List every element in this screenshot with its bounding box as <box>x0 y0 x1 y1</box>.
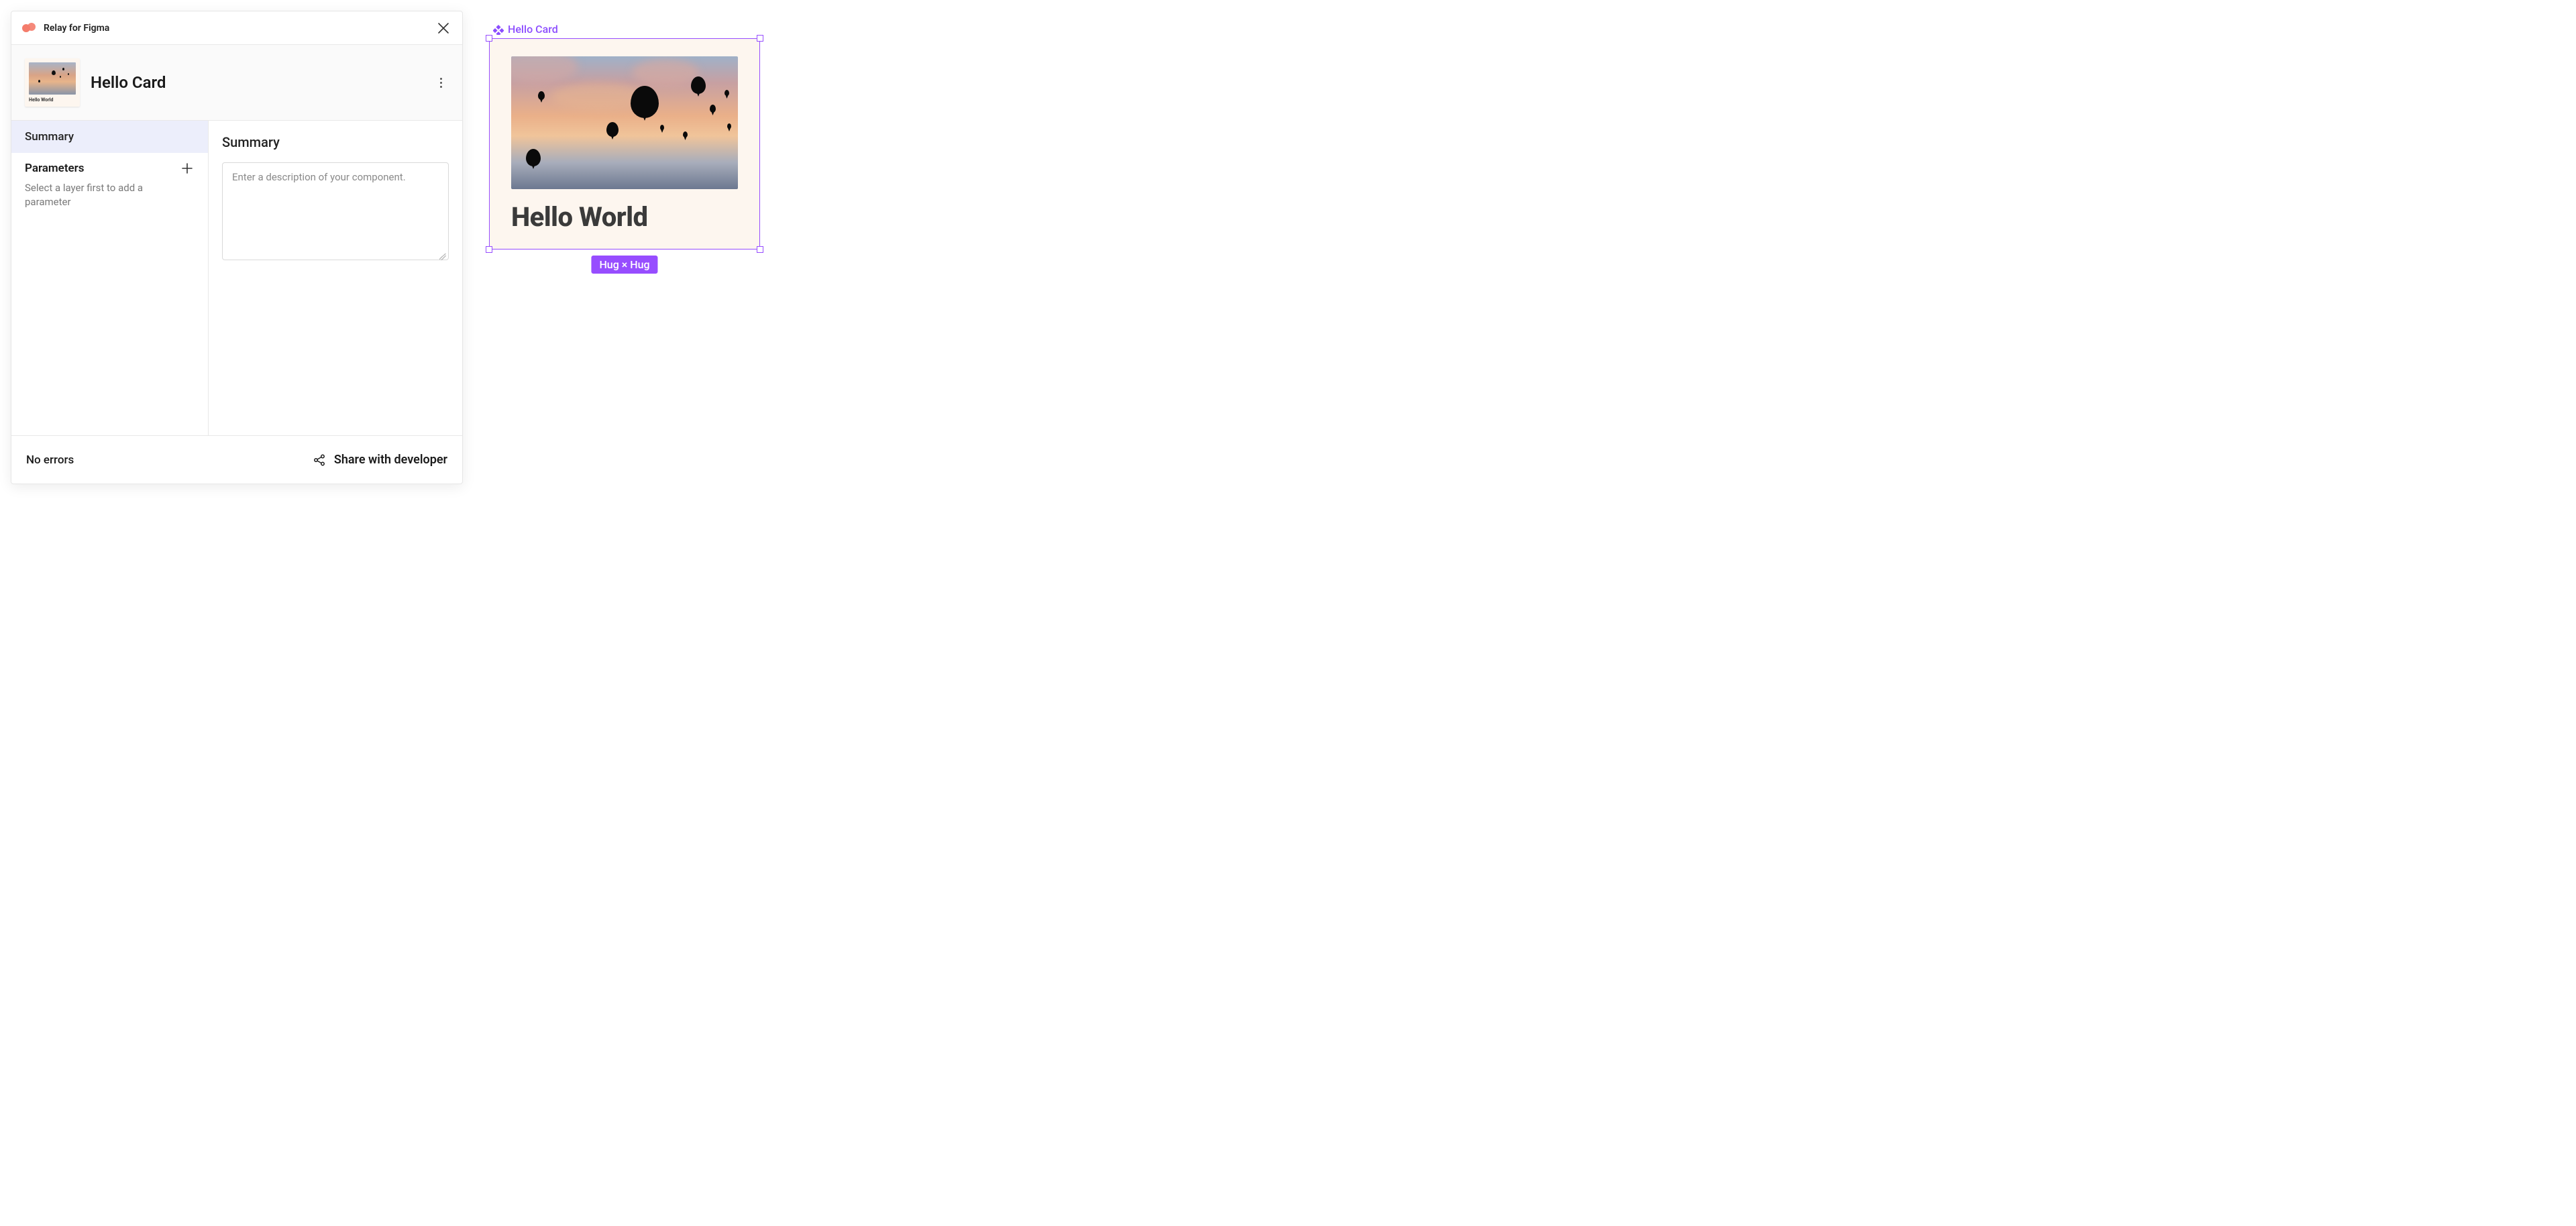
relay-logo-icon <box>22 23 37 34</box>
share-label: Share with developer <box>334 453 447 467</box>
plugin-title: Relay for Figma <box>44 23 109 34</box>
plus-icon <box>181 162 193 174</box>
component-header: Hello World Hello Card <box>11 45 462 121</box>
nav-item-summary[interactable]: Summary <box>11 121 208 153</box>
component-name: Hello Card <box>91 73 166 92</box>
canvas-frame: Hello Card Hello World <box>489 23 760 249</box>
thumbnail-image <box>29 62 76 95</box>
card-image <box>511 56 738 189</box>
sidebar: Summary Parameters Select a layer first … <box>11 121 209 435</box>
component-selection-box[interactable]: Hello World Hug × Hug <box>489 38 760 249</box>
description-input[interactable] <box>222 162 449 260</box>
hello-card-component: Hello World <box>490 39 759 249</box>
autolayout-size-badge: Hug × Hug <box>591 256 657 274</box>
main-heading: Summary <box>222 134 449 150</box>
close-button[interactable] <box>435 20 451 36</box>
frame-label[interactable]: Hello Card <box>493 23 760 36</box>
more-menu-button[interactable] <box>433 74 449 91</box>
frame-label-text: Hello Card <box>508 23 558 36</box>
card-title: Hello World <box>511 201 738 233</box>
resize-handle-tl[interactable] <box>486 35 492 42</box>
resize-handle-bl[interactable] <box>486 246 492 253</box>
parameters-heading: Parameters <box>25 162 85 175</box>
kebab-dot-icon <box>440 86 442 88</box>
kebab-dot-icon <box>440 82 442 84</box>
thumbnail-label: Hello World <box>29 97 76 103</box>
plugin-panel: Relay for Figma Hello World Hello Card <box>11 11 463 484</box>
status-text: No errors <box>26 453 74 467</box>
main-pane: Summary <box>209 121 462 435</box>
parameters-header: Parameters <box>11 153 208 178</box>
close-icon <box>437 22 449 34</box>
add-parameter-button[interactable] <box>180 161 195 176</box>
component-header-left: Hello World Hello Card <box>25 58 166 107</box>
plugin-header: Relay for Figma <box>11 11 462 45</box>
share-with-developer-button[interactable]: Share with developer <box>313 453 447 467</box>
body-area: Summary Parameters Select a layer first … <box>11 121 462 435</box>
share-icon <box>313 453 326 467</box>
component-thumbnail: Hello World <box>25 58 80 107</box>
component-icon <box>493 24 504 35</box>
plugin-header-left: Relay for Figma <box>22 23 109 34</box>
resize-handle-tr[interactable] <box>757 35 763 42</box>
resize-handle-br[interactable] <box>757 246 763 253</box>
footer: No errors Share with developer <box>11 435 462 484</box>
parameters-help-text: Select a layer first to add a parameter <box>11 178 166 212</box>
description-wrap <box>222 162 449 263</box>
kebab-dot-icon <box>440 78 442 80</box>
